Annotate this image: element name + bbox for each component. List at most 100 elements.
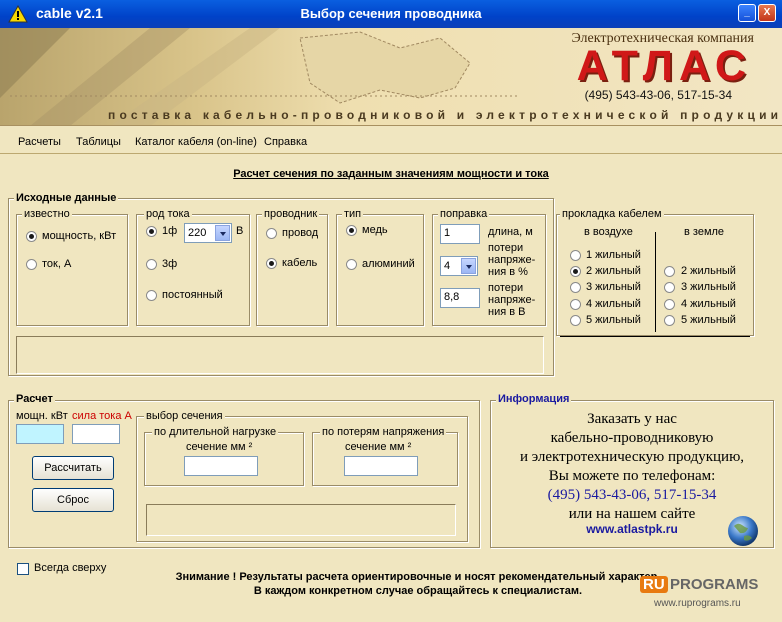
known-legend: известно <box>22 208 72 220</box>
status-panel <box>16 336 544 374</box>
air-1core-radio[interactable] <box>570 250 581 261</box>
air-3core-radio[interactable] <box>570 282 581 293</box>
banner-slogan: поставка кабельно-проводниковой и электр… <box>108 108 782 122</box>
page-heading: Расчет сечения по заданным значениям мощ… <box>233 168 549 180</box>
laying-divider <box>560 336 750 338</box>
voltage-unit: В <box>236 225 244 237</box>
material-aluminium-label: алюминий <box>362 258 415 270</box>
current-type-3ph-label: 3ф <box>162 258 178 270</box>
chevron-down-icon[interactable] <box>461 258 476 274</box>
ground-3core-radio[interactable] <box>664 282 675 293</box>
current-type-3ph-radio[interactable] <box>146 259 157 270</box>
info-phones: (495) 543-43-06, 517-15-34 <box>547 487 717 503</box>
result-panel <box>146 504 456 536</box>
current-type-dc-label: постоянный <box>162 289 223 301</box>
voltage-loss-legend: по потерям напряжения <box>320 426 447 438</box>
minimize-button[interactable]: _ <box>738 4 756 22</box>
ground-5core-label: 5 жильный <box>681 314 736 326</box>
air-2core-radio[interactable] <box>570 266 581 277</box>
length-label: длина, м <box>488 226 533 238</box>
long-load-section-output <box>184 456 258 476</box>
menu-tables[interactable]: Таблицы <box>76 136 121 148</box>
current-input[interactable] <box>72 424 120 444</box>
conductor-wire-radio[interactable] <box>266 228 277 239</box>
conductor-wire-label: провод <box>282 227 319 239</box>
info-line-4: Вы можете по телефонам: <box>548 468 716 484</box>
laying-ground-title: в земле <box>684 226 725 238</box>
power-input[interactable] <box>16 424 64 444</box>
laying-separator <box>655 232 656 332</box>
long-load-legend: по длительной нагрузке <box>152 426 279 438</box>
company-banner: Электротехническая компания АТЛАС (495) … <box>0 28 782 126</box>
window-title: Выбор сечения проводника <box>300 6 482 21</box>
known-current-label: ток, А <box>42 258 72 270</box>
known-power-label: мощность, кВт <box>42 230 117 242</box>
menu-calculations[interactable]: Расчеты <box>18 136 61 148</box>
air-1core-label: 1 жильный <box>586 249 641 261</box>
conductor-cable-label: кабель <box>282 257 318 269</box>
voltage-select[interactable]: 220 <box>184 223 232 243</box>
material-type-legend: тип <box>342 208 364 220</box>
footer-line-2: В каждом конкретном случае обращайтесь к… <box>253 585 583 597</box>
voltage-value: 220 <box>188 227 207 239</box>
ground-3core-label: 3 жильный <box>681 281 736 293</box>
watermark-ru: RU <box>640 576 668 593</box>
menu-cable-catalog[interactable]: Каталог кабеля (on-line) <box>135 136 257 148</box>
watermark-url: www.ruprograms.ru <box>654 598 741 609</box>
current-type-1ph-radio[interactable] <box>146 226 157 237</box>
footer-note: Знимание ! Результаты расчета ориентиров… <box>140 570 696 598</box>
ground-5core-radio[interactable] <box>664 315 675 326</box>
loss-percent-value: 4 <box>444 260 451 272</box>
material-aluminium-radio[interactable] <box>346 259 357 270</box>
correction-legend: поправка <box>438 208 490 220</box>
air-5core-label: 5 жильный <box>586 314 641 326</box>
info-line-3: и электротехническую продукцию, <box>519 449 745 465</box>
voltage-loss-section-output <box>344 456 418 476</box>
length-input[interactable]: 1 <box>440 224 480 244</box>
source-data-legend: Исходные данные <box>14 192 119 204</box>
info-legend: Информация <box>496 393 572 405</box>
chevron-down-icon[interactable] <box>215 225 230 241</box>
laying-air-title: в воздухе <box>584 226 633 238</box>
air-4core-label: 4 жильный <box>586 298 641 310</box>
company-logo: АТЛАС <box>576 42 752 90</box>
calculate-button[interactable]: Рассчитать <box>32 456 114 480</box>
ground-2core-radio[interactable] <box>664 266 675 277</box>
watermark-programs: PROGRAMS <box>670 576 759 593</box>
info-text: Заказать у нас кабельно-проводниковую и … <box>490 410 774 524</box>
power-label: мощн. кВт <box>16 410 68 422</box>
calc-legend: Расчет <box>14 393 55 405</box>
reset-button[interactable]: Сброс <box>32 488 114 512</box>
close-button[interactable]: X <box>758 4 776 22</box>
watermark: RU PROGRAMS www.ruprograms.ru <box>640 576 776 616</box>
air-2core-label: 2 жильный <box>586 265 641 277</box>
air-5core-radio[interactable] <box>570 315 581 326</box>
footer-line-1: Знимание ! Результаты расчета ориентиров… <box>175 571 661 583</box>
section-choice-legend: выбор сечения <box>144 410 225 422</box>
info-line-2: кабельно-проводниковую <box>550 430 714 446</box>
always-on-top-label: Всегда сверху <box>34 562 107 574</box>
current-type-dc-radio[interactable] <box>146 290 157 301</box>
loss-volt-input[interactable]: 8,8 <box>440 288 480 308</box>
banner-phones: (495) 543-43-06, 517-15-34 <box>584 88 732 102</box>
air-3core-label: 3 жильный <box>586 281 641 293</box>
material-copper-label: медь <box>362 224 388 236</box>
known-power-radio[interactable] <box>26 231 37 242</box>
always-on-top-checkbox[interactable] <box>17 563 29 575</box>
conductor-cable-radio[interactable] <box>266 258 277 269</box>
title-bar: cable v2.1 Выбор сечения проводника _ X <box>0 0 782 28</box>
ground-4core-radio[interactable] <box>664 299 675 310</box>
loss-percent-label: потери напряже-ния в % <box>488 242 536 278</box>
info-line-1: Заказать у нас <box>587 411 677 427</box>
material-copper-radio[interactable] <box>346 225 357 236</box>
current-type-1ph-label: 1ф <box>162 225 178 237</box>
laying-legend: прокладка кабелем <box>560 208 664 220</box>
menu-help[interactable]: Справка <box>264 136 307 148</box>
loss-volt-label: потери напряже-ния в В <box>488 282 536 318</box>
air-4core-radio[interactable] <box>570 299 581 310</box>
known-current-radio[interactable] <box>26 259 37 270</box>
long-load-label: сечение мм ² <box>186 441 253 453</box>
conductor-legend: проводник <box>262 208 320 220</box>
current-type-legend: род тока <box>144 208 192 220</box>
loss-percent-select[interactable]: 4 <box>440 256 478 276</box>
